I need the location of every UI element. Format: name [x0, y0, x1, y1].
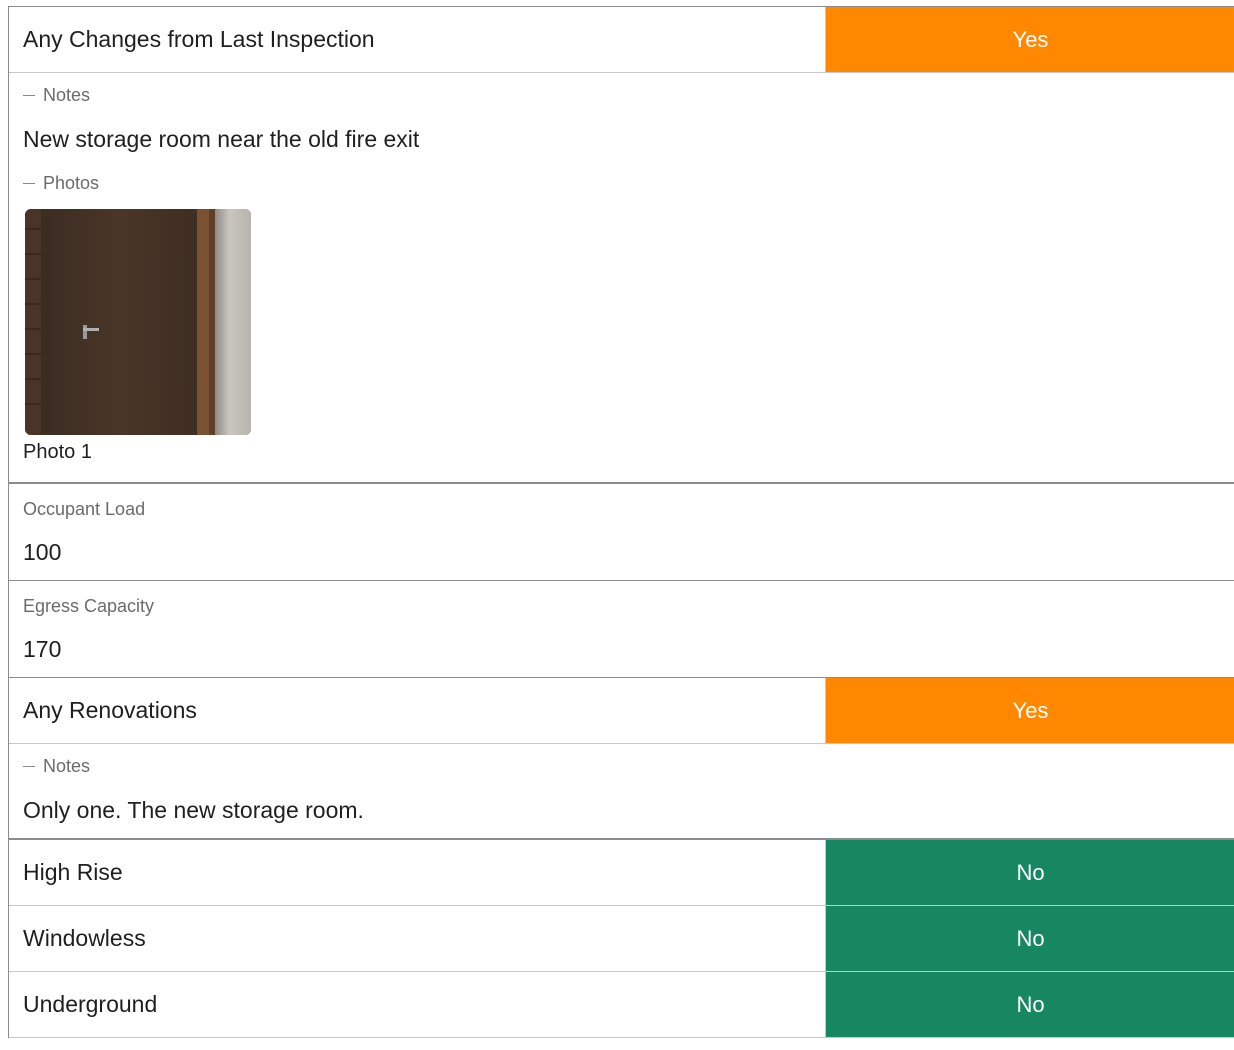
question-label: Underground [9, 972, 826, 1037]
field-egress-capacity: Egress Capacity 170 [9, 581, 1234, 678]
answer-no-badge[interactable]: No [826, 840, 1234, 905]
photos-label: Photos [43, 172, 100, 193]
answer-yes-badge[interactable]: Yes [826, 678, 1234, 743]
question-row-high-rise: High Rise No [9, 840, 1234, 906]
field-occupant-load: Occupant Load 100 [9, 484, 1234, 581]
photo-caption: Photo 1 [23, 441, 92, 463]
renovations-details: Notes Only one. The new storage room. [9, 744, 1234, 840]
notes-text: Only one. The new storage room. [23, 796, 364, 823]
photos-section-label: Photos [23, 161, 1234, 205]
photo-item[interactable]: Photo 1 [23, 205, 1234, 482]
dash-icon [23, 94, 35, 96]
field-label: Occupant Load [23, 498, 146, 519]
inspection-report: Any Changes from Last Inspection Yes Not… [8, 6, 1234, 1038]
photo-thumbnail[interactable] [25, 209, 251, 435]
answer-yes-badge[interactable]: Yes [826, 7, 1234, 72]
question-row-underground: Underground No [9, 972, 1234, 1038]
dash-icon [23, 182, 35, 184]
question-label: Any Changes from Last Inspection [9, 7, 826, 72]
changes-details: Notes New storage room near the old fire… [9, 73, 1234, 484]
notes-section-label: Notes [23, 73, 1234, 117]
question-label: Any Renovations [9, 678, 826, 743]
notes-text: New storage room near the old fire exit [23, 125, 420, 152]
field-value: 170 [23, 635, 62, 662]
door-photo-image [25, 209, 251, 435]
field-value: 100 [23, 538, 62, 565]
answer-no-badge[interactable]: No [826, 972, 1234, 1037]
question-label: High Rise [9, 840, 826, 905]
dash-icon [23, 765, 35, 767]
question-row-renovations: Any Renovations Yes [9, 678, 1234, 744]
notes-section-label: Notes [23, 744, 1234, 788]
question-label: Windowless [9, 906, 826, 971]
answer-no-badge[interactable]: No [826, 906, 1234, 971]
question-row-windowless: Windowless No [9, 906, 1234, 972]
notes-label: Notes [43, 84, 91, 105]
field-label: Egress Capacity [23, 595, 155, 616]
question-row-changes: Any Changes from Last Inspection Yes [9, 7, 1234, 73]
notes-label: Notes [43, 755, 91, 776]
